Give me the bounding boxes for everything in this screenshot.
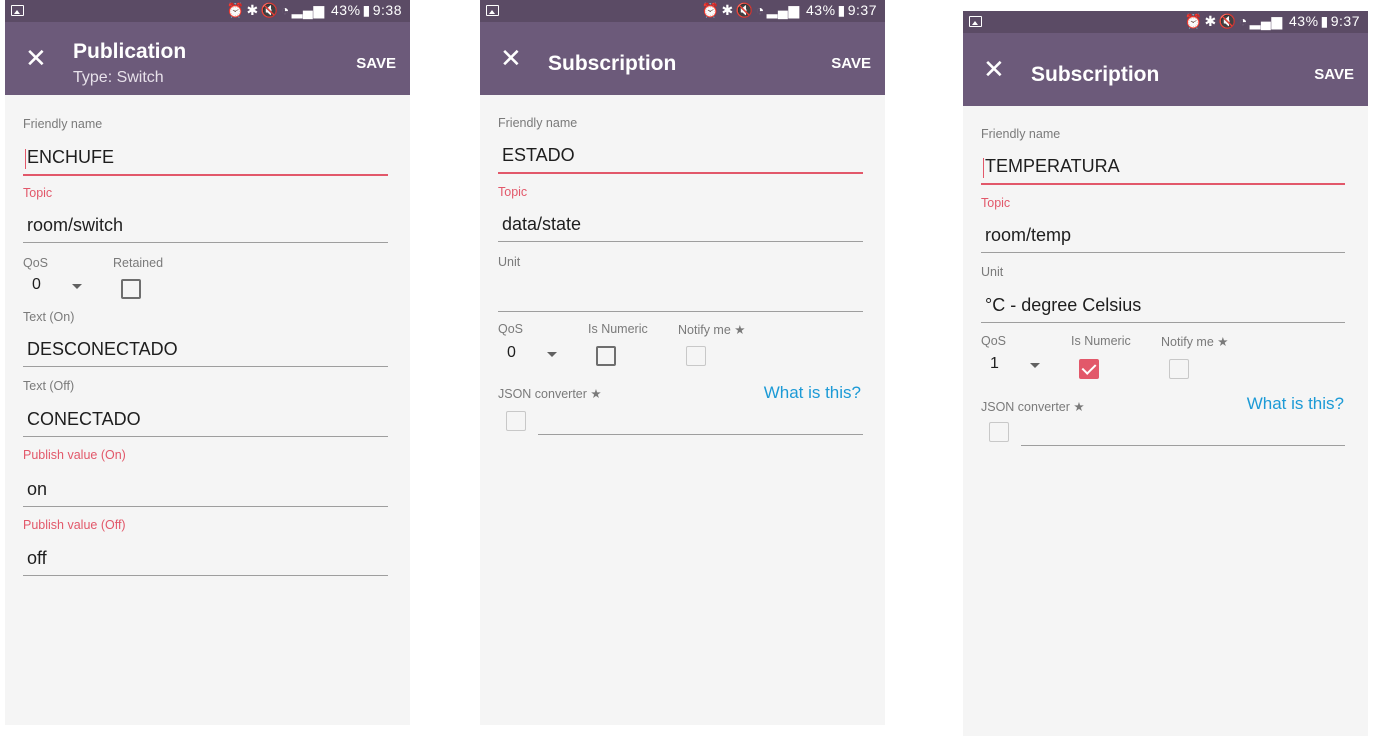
qos-select[interactable]: 0 (32, 276, 41, 294)
status-bar: ⏰ ✱ 🔇 ◔ ▂▄▆ 43% ▮ 9:38 (5, 0, 410, 22)
friendly-name-input[interactable]: TEMPERATURA (981, 149, 1345, 185)
retained-checkbox[interactable] (121, 279, 141, 299)
bluetooth-icon: ✱ (1204, 13, 1217, 29)
publish-off-input[interactable]: off (23, 541, 388, 576)
unit-label: Unit (498, 255, 521, 269)
topic-label: Topic (981, 196, 1011, 210)
text-on-input[interactable]: DESCONECTADO (23, 332, 388, 367)
topic-input[interactable]: room/switch (23, 208, 388, 243)
unit-input[interactable]: °C - degree Celsius (981, 288, 1345, 323)
topic-label: Topic (23, 186, 53, 200)
is-numeric-checkbox[interactable] (596, 346, 616, 366)
json-converter-label: JSON converter ★ (498, 387, 602, 401)
text-cursor (983, 158, 984, 178)
status-bar: ⏰ ✱ 🔇 ◔ ▂▄▆ 43% ▮ 9:37 (480, 0, 885, 22)
image-notification-icon (11, 5, 24, 16)
image-notification-icon (486, 5, 499, 16)
bluetooth-icon: ✱ (721, 2, 734, 18)
page-title: Subscription (1031, 63, 1160, 86)
image-notification-icon (969, 16, 982, 27)
friendly-name-label: Friendly name (23, 117, 103, 131)
json-converter-checkbox[interactable] (989, 422, 1009, 442)
close-icon[interactable]: ✕ (500, 44, 522, 72)
battery-percent: 43% (806, 2, 836, 18)
unit-input[interactable] (498, 277, 863, 312)
json-converter-checkbox[interactable] (506, 411, 526, 431)
friendly-name-input[interactable]: ENCHUFE (23, 140, 388, 176)
page-title: Publication (73, 40, 187, 63)
save-button[interactable]: SAVE (831, 55, 871, 72)
qos-label: QoS (23, 256, 49, 270)
friendly-name-label: Friendly name (981, 127, 1061, 141)
status-time: 9:37 (1330, 13, 1360, 29)
save-button[interactable]: SAVE (356, 55, 396, 72)
notify-me-checkbox[interactable] (1169, 359, 1189, 379)
notify-me-label: Notify me ★ (678, 323, 746, 337)
wifi-icon: ◔ (1238, 13, 1248, 29)
close-icon[interactable]: ✕ (983, 55, 1005, 83)
wifi-icon: ◔ (280, 2, 290, 18)
publication-screen: ⏰ ✱ 🔇 ◔ ▂▄▆ 43% ▮ 9:38 ✕ Publication Type: Swi… (5, 0, 410, 725)
publish-off-label: Publish value (Off) (23, 518, 126, 532)
json-converter-input[interactable] (1021, 445, 1345, 446)
alarm-icon: ⏰ (701, 2, 720, 18)
what-is-this-link[interactable]: What is this? (764, 383, 861, 403)
notify-me-label: Notify me ★ (1161, 335, 1229, 349)
notify-me-checkbox[interactable] (686, 346, 706, 366)
subscription-screen-temperatura: ⏰ ✱ 🔇 ◔ ▂▄▆ 43% ▮ 9:37 ✕ Subscription SAVE Fri… (963, 11, 1368, 736)
signal-icon: ▂▄▆ (291, 2, 325, 18)
topic-label: Topic (498, 185, 528, 199)
json-converter-label: JSON converter ★ (981, 400, 1085, 414)
topic-input[interactable]: room/temp (981, 218, 1345, 253)
text-off-label: Text (Off) (23, 379, 75, 393)
text-cursor (25, 149, 26, 169)
mute-icon: 🔇 (735, 2, 754, 18)
alarm-icon: ⏰ (1184, 13, 1203, 29)
qos-label: QoS (498, 322, 524, 336)
page-title: Subscription (548, 52, 677, 75)
retained-label: Retained (113, 256, 164, 270)
toolbar: ✕ Subscription SAVE (480, 22, 885, 95)
chevron-down-icon[interactable] (547, 352, 557, 357)
publish-on-input[interactable]: on (23, 472, 388, 507)
unit-label: Unit (981, 265, 1004, 279)
mute-icon: 🔇 (260, 2, 279, 18)
alarm-icon: ⏰ (226, 2, 245, 18)
signal-icon: ▂▄▆ (1249, 13, 1283, 29)
wifi-icon: ◔ (755, 2, 765, 18)
battery-icon: ▮ (1320, 13, 1329, 29)
page-subtitle: Type: Switch (73, 69, 164, 86)
save-button[interactable]: SAVE (1314, 66, 1354, 83)
toolbar: ✕ Subscription SAVE (963, 33, 1368, 106)
status-time: 9:37 (847, 2, 877, 18)
close-icon[interactable]: ✕ (25, 44, 47, 72)
toolbar: ✕ Publication Type: Switch SAVE (5, 22, 410, 95)
topic-input[interactable]: data/state (498, 207, 863, 242)
battery-percent: 43% (331, 2, 361, 18)
friendly-name-input[interactable]: ESTADO (498, 138, 863, 174)
qos-label: QoS (981, 334, 1007, 348)
text-on-label: Text (On) (23, 310, 75, 324)
mute-icon: 🔇 (1218, 13, 1237, 29)
subscription-screen-estado: ⏰ ✱ 🔇 ◔ ▂▄▆ 43% ▮ 9:37 ✕ Subscription SAVE Fri… (480, 0, 885, 725)
battery-icon: ▮ (362, 2, 371, 18)
status-time: 9:38 (372, 2, 402, 18)
what-is-this-link[interactable]: What is this? (1247, 394, 1344, 414)
qos-select[interactable]: 0 (507, 344, 516, 362)
is-numeric-label: Is Numeric (1071, 334, 1131, 348)
publish-on-label: Publish value (On) (23, 448, 126, 462)
battery-icon: ▮ (837, 2, 846, 18)
battery-percent: 43% (1289, 13, 1319, 29)
bluetooth-icon: ✱ (246, 2, 259, 18)
chevron-down-icon[interactable] (1030, 363, 1040, 368)
json-converter-input[interactable] (538, 434, 863, 435)
text-off-input[interactable]: CONECTADO (23, 402, 388, 437)
qos-select[interactable]: 1 (990, 355, 999, 373)
friendly-name-label: Friendly name (498, 116, 578, 130)
chevron-down-icon[interactable] (72, 284, 82, 289)
signal-icon: ▂▄▆ (766, 2, 800, 18)
is-numeric-label: Is Numeric (588, 322, 648, 336)
status-bar: ⏰ ✱ 🔇 ◔ ▂▄▆ 43% ▮ 9:37 (963, 11, 1368, 33)
is-numeric-checkbox[interactable] (1079, 359, 1099, 379)
